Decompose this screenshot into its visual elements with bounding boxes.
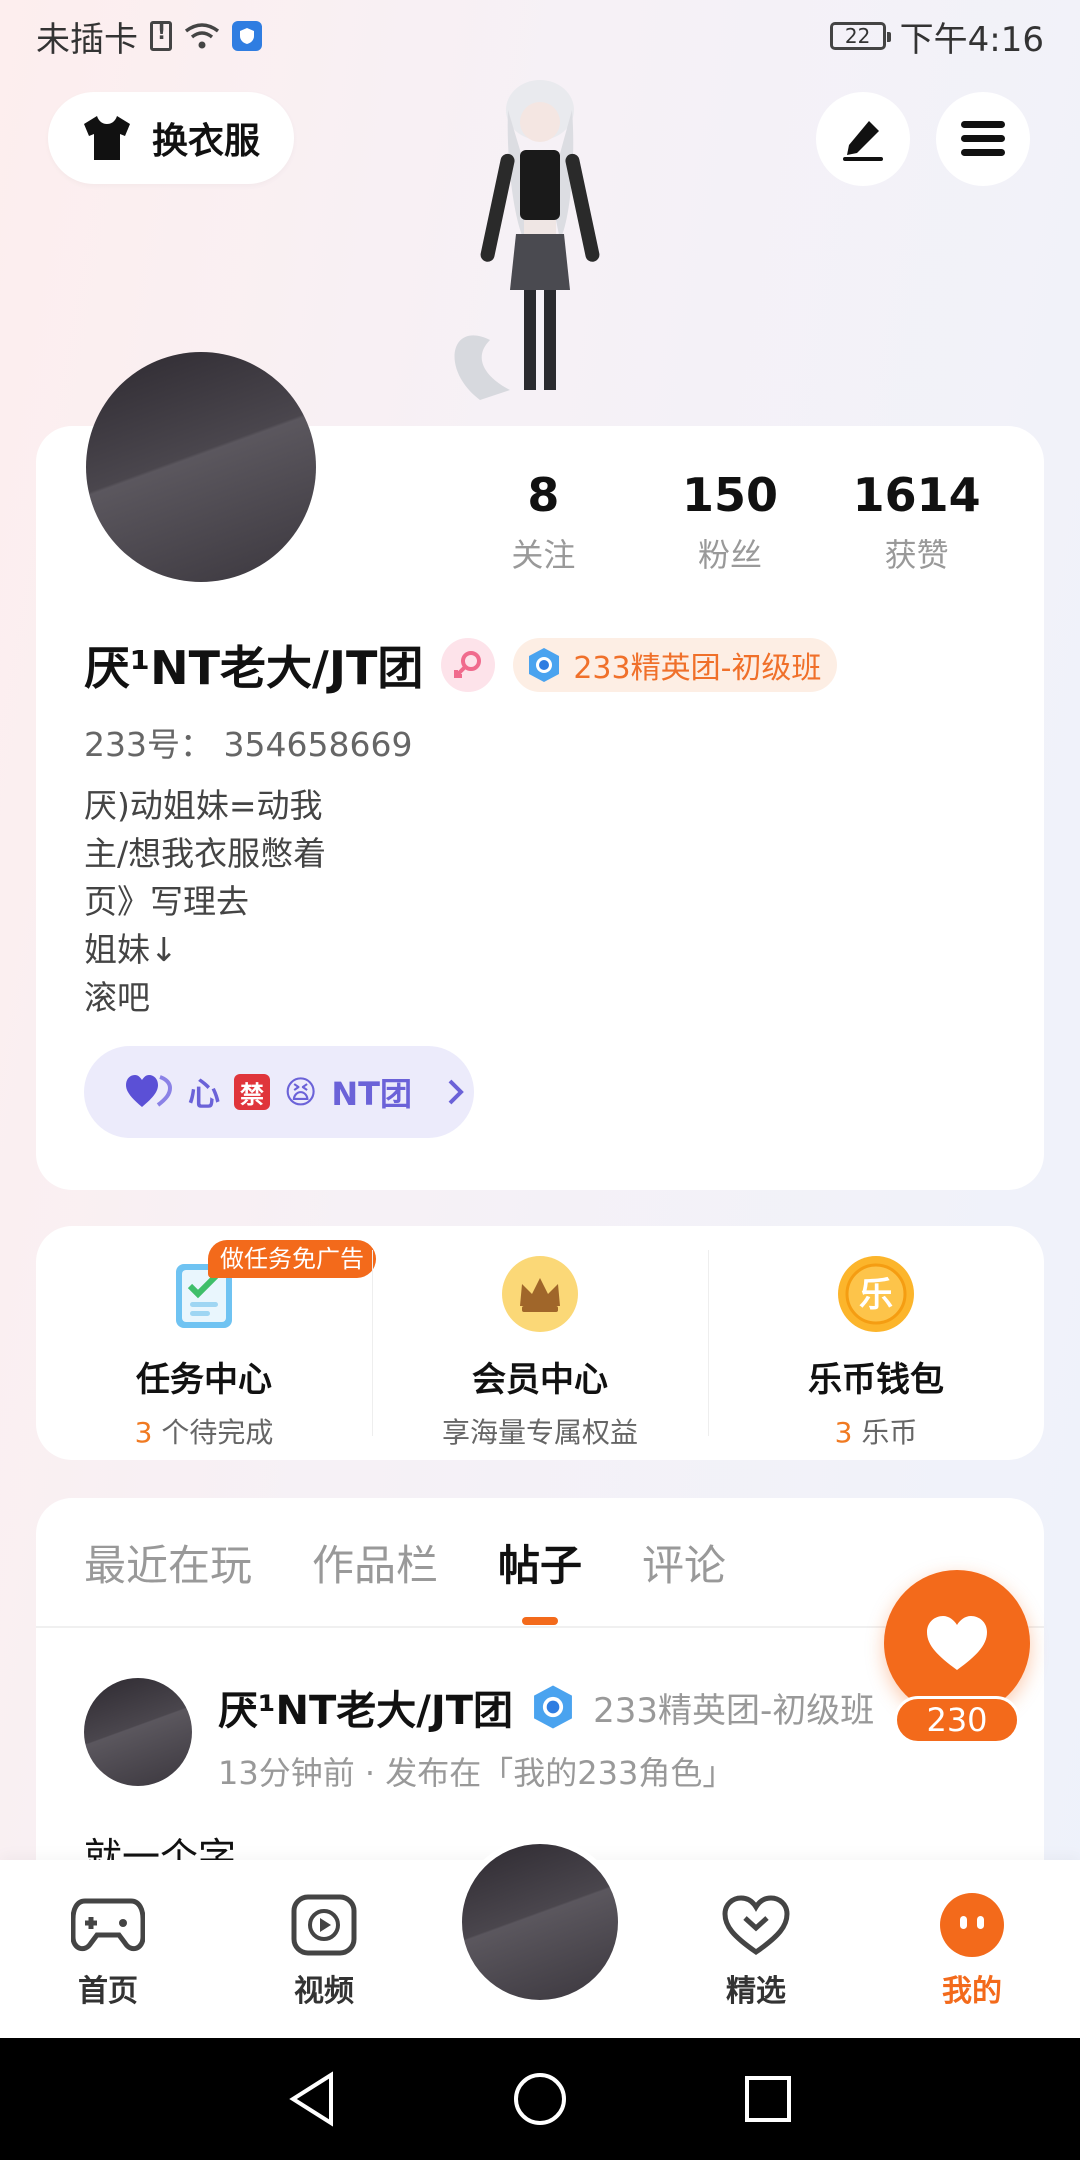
ad-free-tag: 做任务免广告 [208,1240,376,1278]
recents-icon[interactable] [743,2074,793,2124]
coin-wallet[interactable]: 乐 乐币钱包 3 乐币 [708,1226,1044,1460]
tab-recently-played[interactable]: 最近在玩 [84,1532,252,1593]
nav-featured-label: 精选 [726,1974,786,2009]
ban-emoji-text: 禁 [240,1080,265,1109]
nav-home-label: 首页 [78,1974,138,2009]
hamburger-menu-icon [961,121,1005,156]
name-row: 厌¹NT老大/JT团 233精英团-初级班 [84,632,838,698]
profile-avatar[interactable] [86,352,316,582]
following-stat[interactable]: 8 关注 [450,468,637,576]
battery-level: 22 [844,24,871,48]
following-label: 关注 [511,536,576,574]
home-icon[interactable] [512,2071,568,2127]
post-meta: 13分钟前 · 发布在「我的233角色」 [218,1754,735,1792]
menu-button[interactable] [936,92,1030,186]
bio-line: 姐妹↓ [84,930,178,969]
like-count: 230 [894,1696,1020,1744]
likes-label: 获赞 [884,536,949,574]
bio-line: 厌)动姐妹=动我 [84,786,323,825]
crown-icon [500,1254,580,1334]
profile-face-icon [864,1890,1080,1960]
ban-emoji-icon: 禁 [234,1074,271,1110]
coin-wallet-sub: 3 乐币 [708,1411,1044,1451]
user-id: 233号： 354658669 [84,725,413,764]
task-count-suffix: 个待完成 [152,1416,274,1449]
member-center-sub: 享海量专属权益 [441,1416,638,1449]
character-figure[interactable] [420,70,660,430]
edit-profile-button[interactable] [816,92,910,186]
change-outfit-button[interactable]: 换衣服 [48,92,294,184]
profile-stats: 8 关注 150 粉丝 1614 获赞 [450,468,1010,576]
heart-badge-icon [648,1890,864,1960]
followers-count: 150 [681,468,779,522]
nav-video[interactable]: 视频 [216,1860,432,2038]
sim-alert-icon [150,20,172,51]
coin-count-suffix: 乐币 [852,1416,918,1449]
face-emoji-icon: 😫 [284,1073,318,1111]
post-header: 厌¹NT老大/JT团 233精英团-初级班 13分钟前 · 发布在「我的233角… [84,1678,874,1794]
shirt-icon [84,116,130,160]
member-center[interactable]: 会员中心 享海量专属权益 [372,1226,708,1460]
gender-icon [441,638,496,692]
double-heart-icon [126,1075,173,1107]
followers-stat[interactable]: 150 粉丝 [637,468,824,576]
change-outfit-label: 换衣服 [152,121,261,162]
bio: 厌)动姐妹=动我 主/想我衣服憋着 页》写理去 姐妹↓ 滚吧 [84,782,326,1022]
tab-comments[interactable]: 评论 [642,1532,726,1593]
coin-count: 3 [834,1416,853,1449]
nickname: 厌¹NT老大/JT团 [84,641,424,695]
member-center-title: 会员中心 [472,1360,608,1400]
like-button[interactable] [884,1570,1030,1716]
nav-mine[interactable]: 我的 [864,1860,1080,2038]
battery-icon: 22 [829,22,891,50]
task-count: 3 [134,1416,153,1449]
tab-posts[interactable]: 帖子 [498,1532,582,1625]
post-author-name[interactable]: 厌¹NT老大/JT团 [218,1678,513,1736]
gamepad-icon [0,1890,216,1960]
rank-medal-icon [534,1685,573,1729]
nav-mine-label: 我的 [942,1974,1002,2009]
task-center[interactable]: 做任务免广告 任务中心 3 个待完成 [36,1226,376,1460]
followers-label: 粉丝 [698,536,763,574]
task-center-title: 任务中心 [136,1360,272,1400]
group-name: NT团 [331,1075,412,1113]
back-icon[interactable] [287,2071,337,2127]
following-count: 8 [527,468,560,522]
clock: 下午4:16 [899,19,1044,60]
pencil-icon [843,121,883,161]
rank-label: 233精英团-初级班 [573,651,822,686]
likes-stat[interactable]: 1614 获赞 [823,468,1010,576]
group-prefix: 心 [188,1075,221,1113]
security-shield-icon [232,21,262,51]
rank-badge[interactable]: 233精英团-初级班 [513,638,838,692]
system-nav-bar [0,2038,1080,2160]
bio-line: 页》写理去 [84,882,249,921]
coin-wallet-title: 乐币钱包 [808,1360,944,1400]
likes-count: 1614 [852,468,981,522]
video-play-icon [216,1890,432,1960]
coin-icon-text: 乐 [859,1275,893,1315]
carrier-text: 未插卡 [36,19,138,60]
coin-icon: 乐 [836,1254,916,1334]
heart-icon [927,1616,987,1670]
task-center-sub: 3 个待完成 [36,1411,372,1451]
nav-featured[interactable]: 精选 [648,1860,864,2038]
wifi-icon [184,23,220,49]
nav-home[interactable]: 首页 [0,1860,216,2038]
post-author-avatar[interactable] [84,1678,192,1786]
bio-line: 主/想我衣服憋着 [84,834,327,873]
post-author-rank: 233精英团-初级班 [593,1690,875,1731]
services-card: 做任务免广告 任务中心 3 个待完成 会员中心 享海量专属权益 乐 乐币钱包 3… [36,1226,1044,1460]
center-avatar-button[interactable] [456,1838,624,2006]
group-link-button[interactable]: 心 禁 😫 NT团 [84,1046,474,1138]
chevron-right-icon [448,1079,464,1105]
bio-line: 滚吧 [84,978,150,1017]
tab-works[interactable]: 作品栏 [312,1532,438,1593]
nav-video-label: 视频 [294,1974,354,2009]
status-bar: 未插卡 22 下午4:16 [0,0,1080,72]
rank-medal-icon [529,648,560,682]
